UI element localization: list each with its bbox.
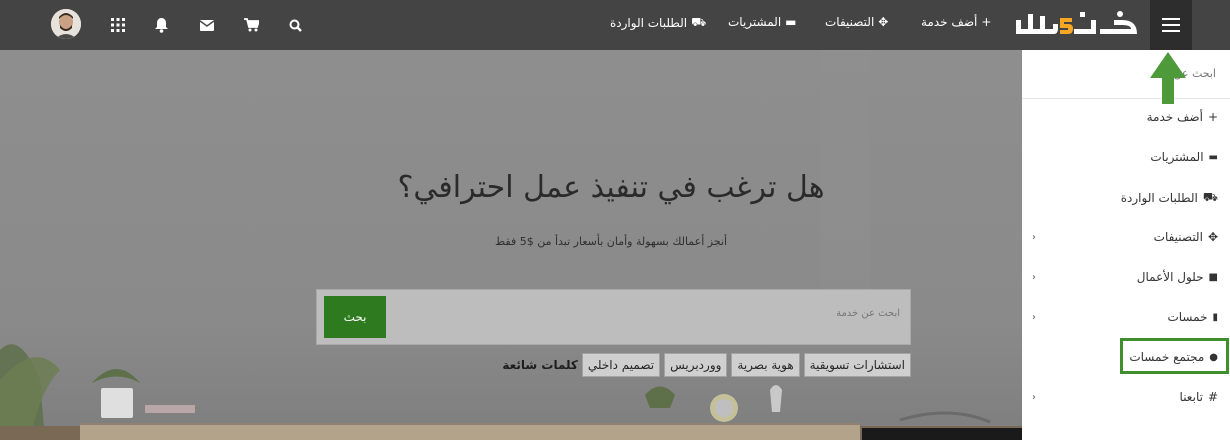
tv-decor [862,428,1022,440]
khamsat-logo[interactable] [1014,6,1139,44]
sidebar-item-categories[interactable]: ✥ التصنيفات › [1022,224,1230,254]
keyword-tag[interactable]: تصميم داخلي [581,353,661,377]
chevron-left-icon: › [1032,392,1036,403]
keyword-tag[interactable]: استشارات تسويقية [803,353,911,377]
popular-keywords-label: كلمات شائعة [502,358,578,372]
chevron-left-icon: › [1032,272,1036,283]
side-search-input[interactable] [1056,67,1216,80]
chevron-left-icon: › [1032,232,1036,243]
top-navbar: ⛟ الطلبات الواردة ▬ المشتريات ✥ التصنيفا… [0,0,1230,50]
cubes-icon: ✥ [1207,230,1218,244]
service-search-input[interactable] [420,308,900,319]
sidebar-item-label: الطلبات الواردة [1120,191,1198,205]
folder-icon: ▬ [1208,151,1218,163]
hamburger-icon [1162,18,1180,32]
avatar-image [51,9,81,39]
sidebar-item-label: أضف خدمة [1146,110,1203,124]
nav-purchases-label: المشتريات [728,15,782,29]
nav-add-service[interactable]: + أضف خدمة [921,15,991,29]
green-arrow-annotation-icon [1150,52,1186,104]
cart-icon[interactable] [239,13,263,37]
folder-icon: ▬ [785,15,797,29]
side-search [1022,50,1230,99]
hero-title: هل ترغب في تنفيذ عمل احترافي؟ [397,170,825,205]
sidebar-item-label: تابعنا [1179,390,1203,404]
briefcase-icon: ■ [1208,271,1218,283]
sidebar-item-label: التصنيفات [1153,230,1203,244]
envelope-icon[interactable] [195,13,219,37]
sidebar-item-follow-us[interactable]: # تابعنا › [1022,384,1230,414]
highlight-box-community [1120,338,1229,374]
sidebar-item-incoming-requests[interactable]: ⛟ الطلبات الواردة [1022,184,1230,214]
search-button[interactable]: بحث [324,296,386,338]
side-menu: + أضف خدمة ▬ المشتريات ⛟ الطلبات الواردة ✥ ا… [1022,50,1230,440]
search-icon[interactable] [283,13,307,37]
sidebar-item-business-solutions[interactable]: ■ حلول الأعمال › [1022,264,1230,294]
apps-grid-icon[interactable] [106,13,130,37]
popular-keywords: كلمات شائعة تصميم داخلي ووردبريس هوية بص… [500,353,911,377]
user-avatar[interactable] [51,9,81,39]
chevron-left-icon: › [1032,312,1036,323]
plant-pot-decor [101,388,133,418]
nav-incoming-requests-label: الطلبات الواردة [610,16,688,30]
bell-icon[interactable] [149,13,173,37]
nav-incoming-requests[interactable]: ⛟ الطلبات الواردة [610,15,706,31]
nav-categories[interactable]: ✥ التصنيفات [825,15,888,29]
hero-subtitle: أنجز أعمالك بسهولة وأمان بأسعار تبدأ من … [494,235,728,248]
truck-icon: ⛟ [1202,190,1218,204]
sidebar-item-purchases[interactable]: ▬ المشتريات [1022,144,1230,174]
truck-icon: ⛟ [691,15,707,29]
nav-categories-label: التصنيفات [825,15,875,29]
keyword-tag[interactable]: هوية بصرية [731,353,800,377]
hashtag-icon: # [1207,390,1218,404]
service-search-box: بحث [316,289,911,345]
keyword-tag[interactable]: ووردبريس [664,353,728,377]
sidebar-item-label: المشتريات [1150,150,1204,164]
sidebar-item-khamsat[interactable]: ▮ خمسات › [1022,304,1230,334]
cabinet-decor [80,423,860,440]
hero-section: هل ترغب في تنفيذ عمل احترافي؟ أنجز أعمال… [0,50,1022,440]
file-icon: ▮ [1212,311,1218,323]
hamburger-menu-button[interactable] [1150,0,1192,50]
sidebar-item-label: حلول الأعمال [1136,270,1204,284]
cubes-icon: ✥ [878,15,889,29]
plus-icon: + [981,15,992,29]
sidebar-item-add-service[interactable]: + أضف خدمة [1022,104,1230,134]
nav-add-service-label: أضف خدمة [921,15,978,29]
nav-purchases[interactable]: ▬ المشتريات [728,15,797,29]
sidebar-item-label: خمسات [1167,310,1208,324]
plus-icon: + [1207,110,1218,124]
